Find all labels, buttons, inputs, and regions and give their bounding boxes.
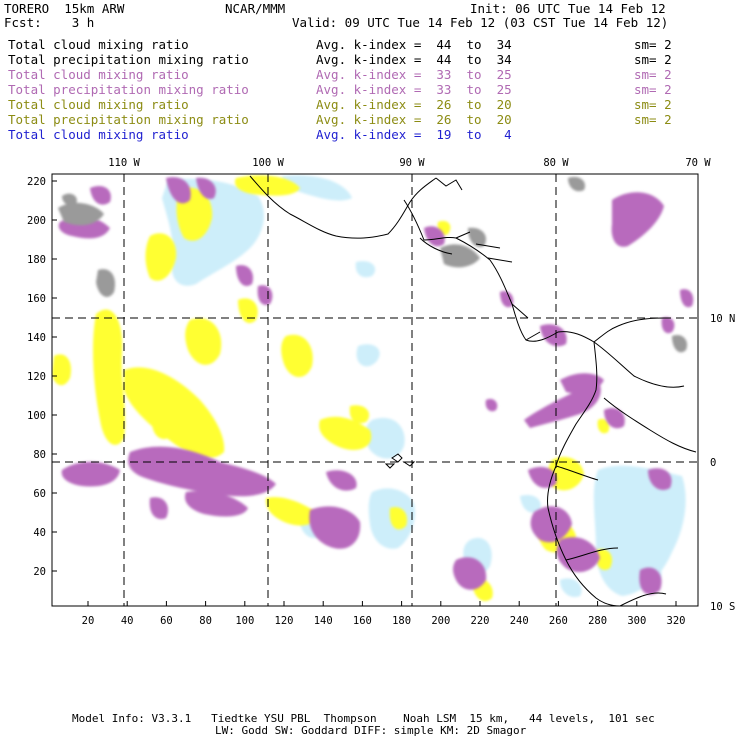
y-gridpoint-label: 80: [33, 449, 46, 461]
x-gridpoint-label: 280: [588, 615, 607, 627]
y-gridpoint-label: 40: [33, 527, 46, 539]
x-gridpoint-label: 100: [235, 615, 254, 627]
y-gridpoint-label: 120: [27, 371, 46, 383]
latitude-label: 10 S: [710, 601, 735, 613]
y-gridpoint-label: 220: [27, 176, 46, 188]
x-gridpoint-label: 60: [160, 615, 173, 627]
y-gridpoint-label: 140: [27, 332, 46, 344]
x-gridpoint-label: 20: [82, 615, 95, 627]
x-gridpoint-label: 320: [667, 615, 686, 627]
x-gridpoint-label: 140: [314, 615, 333, 627]
longitude-label: 80 W: [543, 157, 569, 169]
y-gridpoint-label: 160: [27, 293, 46, 305]
y-gridpoint-labels: 220 200 180 160 140 120 100 80 60 40 20: [27, 176, 46, 578]
x-gridpoint-label: 40: [121, 615, 134, 627]
longitude-label: 100 W: [252, 157, 284, 169]
longitude-label: 70 W: [685, 157, 711, 169]
x-gridpoint-label: 260: [549, 615, 568, 627]
y-gridpoint-label: 100: [27, 410, 46, 422]
x-gridpoint-label: 300: [627, 615, 646, 627]
x-gridpoint-label: 160: [353, 615, 372, 627]
x-gridpoint-labels: 20 40 60 80 100 120 140 160 180 200 220 240 260 280 30…: [82, 615, 686, 627]
model-info-line2: LW: Godd SW: Goddard DIFF: simple KM: 2D…: [215, 724, 527, 737]
y-gridpoint-label: 60: [33, 488, 46, 500]
x-gridpoint-label: 180: [392, 615, 411, 627]
x-gridpoint-label: 220: [471, 615, 490, 627]
x-gridpoint-label: 200: [431, 615, 450, 627]
longitude-label: 90 W: [399, 157, 425, 169]
longitude-labels: 110 W 100 W 90 W 80 W 70 W: [108, 157, 711, 169]
x-gridpoint-label: 240: [510, 615, 529, 627]
latitude-label: 10 N: [710, 313, 735, 325]
latitude-label: 0: [710, 457, 716, 469]
y-gridpoint-label: 180: [27, 254, 46, 266]
longitude-label: 110 W: [108, 157, 140, 169]
y-gridpoint-label: 20: [33, 566, 46, 578]
x-gridpoint-label: 120: [275, 615, 294, 627]
y-gridpoint-label: 200: [27, 215, 46, 227]
map: 110 W 100 W 90 W 80 W 70 W 10 N 0 10 S 220 200 1…: [27, 157, 735, 627]
x-gridpoint-label: 80: [199, 615, 212, 627]
latitude-labels: 10 N 0 10 S: [710, 313, 735, 613]
